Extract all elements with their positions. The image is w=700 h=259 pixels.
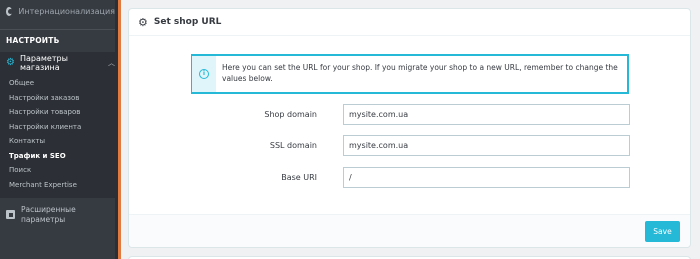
- accent-stripe: [118, 0, 121, 259]
- sidebar-item-internationalization[interactable]: Интернационализация: [0, 0, 115, 22]
- sidebar-subitem-order-settings[interactable]: Настройки заказов: [0, 91, 115, 106]
- panel-header: ⚙ Set shop URL: [129, 9, 690, 36]
- alert-icon-box: i: [192, 56, 216, 92]
- info-alert: i Here you can set the URL for your shop…: [191, 54, 629, 94]
- ssl-domain-input[interactable]: mysite.com.ua: [343, 135, 630, 156]
- shop-url-panel: ⚙ Set shop URL i Here you can set the UR…: [128, 8, 691, 248]
- shop-domain-input[interactable]: mysite.com.ua: [343, 104, 630, 125]
- sidebar-subitem-search[interactable]: Поиск: [0, 163, 115, 178]
- sidebar-subitem-general[interactable]: Общее: [0, 76, 115, 91]
- base-uri-input[interactable]: /: [343, 167, 630, 188]
- sidebar-item-label: Расширенные параметры: [21, 205, 76, 224]
- sidebar-submenu: Общее Настройки заказов Настройки товаро…: [0, 74, 115, 198]
- sidebar: Интернационализация НАСТРОИТЬ ⚙ Параметр…: [0, 0, 115, 259]
- sidebar-subitem-merchant-expertise[interactable]: Merchant Expertise: [0, 178, 115, 193]
- gear-icon: ⚙: [6, 57, 15, 68]
- globe-icon: [6, 6, 14, 16]
- shop-domain-label: Shop domain: [264, 110, 317, 119]
- alert-text: Here you can set the URL for your shop. …: [222, 63, 618, 83]
- form-row-ssl-domain: SSL domain mysite.com.ua: [129, 135, 690, 156]
- chevron-up-icon: ︿: [108, 59, 115, 67]
- sidebar-item-advanced-parameters[interactable]: Расширенные параметры: [0, 198, 115, 225]
- sidebar-subitem-product-settings[interactable]: Настройки товаров: [0, 105, 115, 120]
- sidebar-subitem-traffic-seo[interactable]: Трафик и SEO: [0, 149, 115, 164]
- panel-title: Set shop URL: [153, 17, 222, 27]
- sidebar-item-shop-parameters[interactable]: ⚙ Параметры магазина ︿: [0, 52, 115, 74]
- form-row-shop-domain: Shop domain mysite.com.ua: [129, 104, 690, 125]
- sidebar-subitem-customer-settings[interactable]: Настройки клиента: [0, 120, 115, 135]
- form-row-base-uri: Base URI /: [129, 167, 690, 188]
- save-button[interactable]: Save: [645, 221, 680, 242]
- sidebar-divider: [0, 22, 115, 30]
- ssl-domain-label: SSL domain: [269, 141, 317, 150]
- info-icon: i: [199, 69, 209, 79]
- sidebar-item-label: Интернационализация: [18, 6, 115, 16]
- sidebar-section-title: НАСТРОИТЬ: [6, 36, 60, 45]
- base-uri-label: Base URI: [281, 173, 317, 182]
- settings-icon: [6, 210, 15, 219]
- sidebar-item-label: Параметры магазина: [19, 54, 68, 72]
- panel-footer: Save: [129, 214, 690, 247]
- gear-icon: ⚙: [138, 15, 148, 29]
- sidebar-subitem-contacts[interactable]: Контакты: [0, 134, 115, 149]
